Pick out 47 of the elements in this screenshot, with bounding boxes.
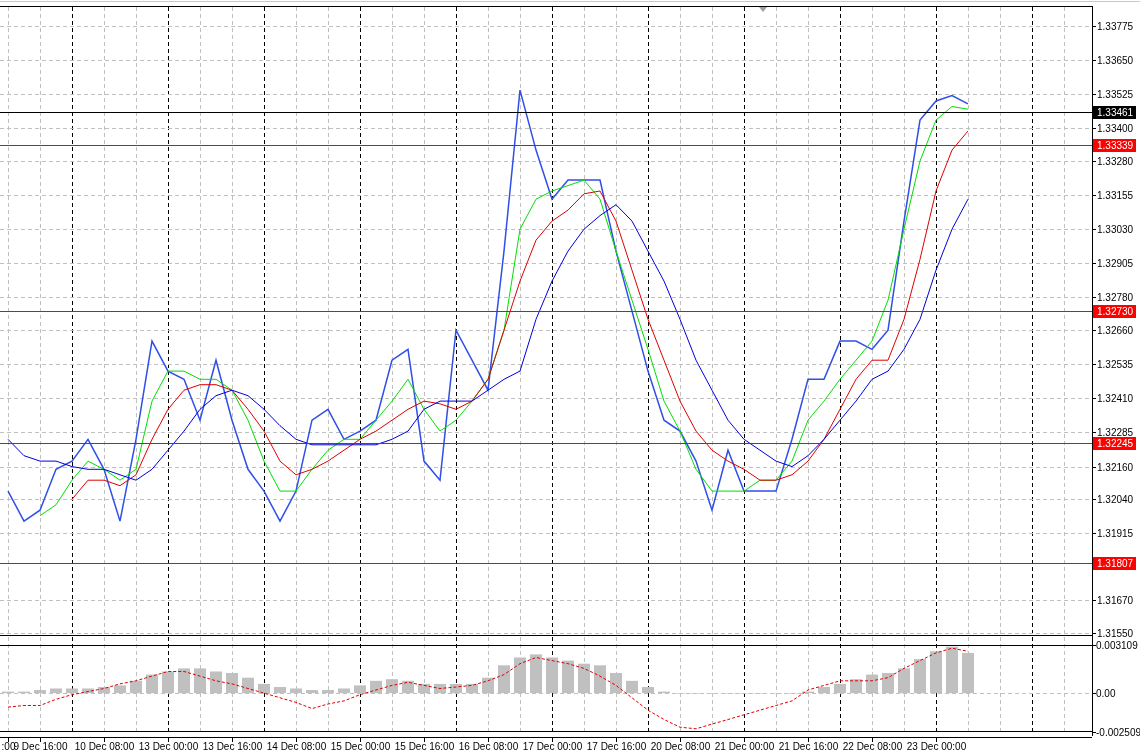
- axis-label: 0.003109: [1096, 640, 1138, 651]
- axis-label: 1.33280: [1097, 156, 1134, 167]
- axis-label: 17 Dec 16:00: [586, 741, 647, 752]
- axis-label: 21 Dec 16:00: [778, 741, 839, 752]
- axis-label: 15 Dec 16:00: [394, 741, 455, 752]
- axis-label: 1.32660: [1097, 325, 1134, 336]
- price-label: 1.33461: [1093, 106, 1136, 119]
- axis-label: 15 Dec 00:00: [330, 741, 391, 752]
- axis-label: 10 Dec 08:00: [74, 741, 135, 752]
- axis-label: 21 Dec 00:00: [714, 741, 775, 752]
- axis-label: 23 Dec 00:00: [906, 741, 967, 752]
- ref-line-label: 1.32245: [1097, 438, 1134, 449]
- axis-label: 1.31670: [1097, 595, 1134, 606]
- axis-label: 0.00: [1096, 688, 1116, 699]
- axis-label: 1.33525: [1097, 89, 1134, 100]
- axis-label: 1.33775: [1097, 21, 1134, 32]
- axis-label: 1.32285: [1097, 427, 1134, 438]
- axis-label: 1.32780: [1097, 292, 1134, 303]
- axis-label: 17 Dec 00:00: [522, 741, 583, 752]
- axis-label: 22 Dec 08:00: [842, 741, 903, 752]
- axis-label: 14 Dec 08:00: [266, 741, 327, 752]
- axis-label: 1.33650: [1097, 55, 1134, 66]
- ref-line-label: 1.31807: [1097, 558, 1134, 569]
- axis-label: 1.31915: [1097, 528, 1134, 539]
- price-label: 1.32730: [1093, 305, 1136, 318]
- axis-label: 1.32160: [1097, 462, 1134, 473]
- axis-label: 20 Dec 08:00: [650, 741, 711, 752]
- axis-label: 13 Dec 00:00: [138, 741, 199, 752]
- axis-label: 13 Dec 16:00: [202, 741, 263, 752]
- axis-label: 9 Dec 16:00: [13, 741, 68, 752]
- ref-line-label: 1.33339: [1097, 140, 1134, 151]
- axis-label: :00: [1, 741, 16, 752]
- ref-line-label: 1.32730: [1097, 306, 1134, 317]
- price-label: 1.32245: [1093, 437, 1136, 450]
- price-label: 1.33339: [1093, 139, 1136, 152]
- axis-label: -0.002509: [1096, 727, 1140, 738]
- axis-label: 1.32410: [1097, 393, 1134, 404]
- ref-line-label: 1.33461: [1097, 107, 1134, 118]
- axis-label: 1.33155: [1097, 190, 1134, 201]
- axis-label: 1.32535: [1097, 359, 1134, 370]
- axis-label: 16 Dec 08:00: [458, 741, 519, 752]
- axis-label: 1.33030: [1097, 224, 1134, 235]
- axis-label: 1.32905: [1097, 258, 1134, 269]
- price-label: 1.31807: [1093, 557, 1136, 570]
- axis-label: 1.32040: [1097, 494, 1134, 505]
- axis-label: 1.33400: [1097, 123, 1134, 134]
- axis-label: 1.31550: [1097, 628, 1134, 639]
